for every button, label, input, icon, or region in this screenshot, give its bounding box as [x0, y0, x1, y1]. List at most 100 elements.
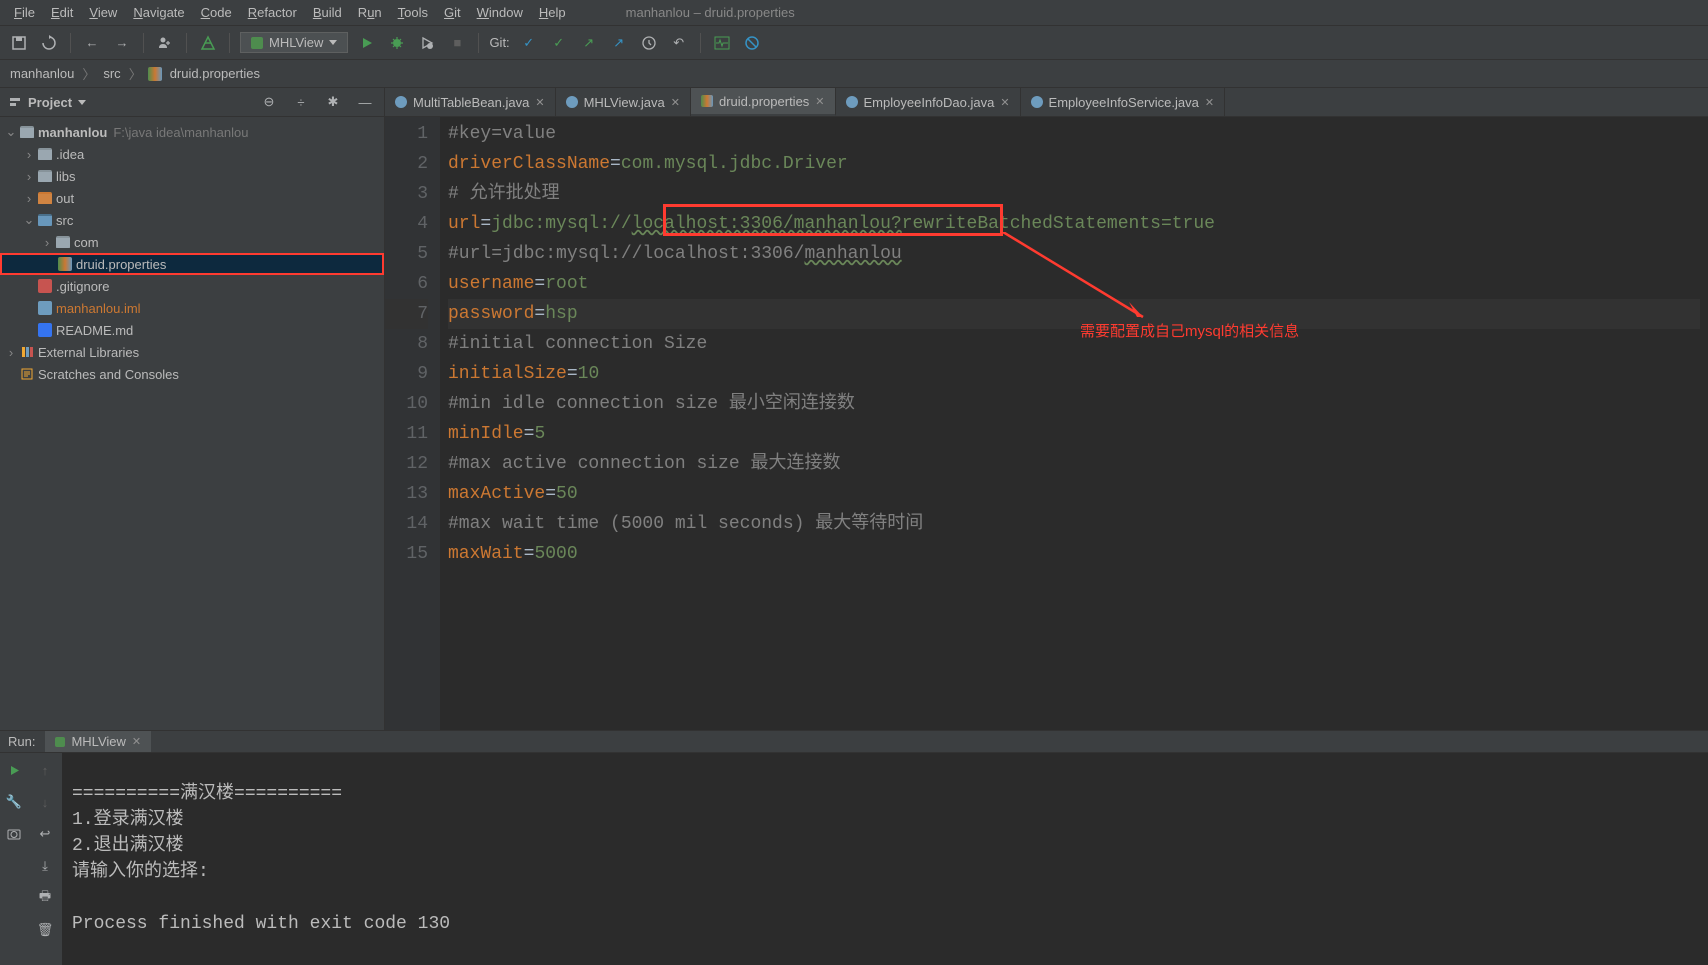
chevron-right-icon[interactable]: ›	[22, 191, 36, 206]
tree-row-scratches[interactable]: Scratches and Consoles	[0, 363, 384, 385]
menu-file[interactable]: File	[8, 3, 41, 22]
run-tab-mhlview[interactable]: MHLView ✕	[45, 731, 151, 752]
git-revert-icon[interactable]: ↶	[668, 32, 690, 54]
chevron-down-icon[interactable]: ⌄	[22, 212, 36, 228]
menubar: File Edit View Navigate Code Refactor Bu…	[0, 0, 1708, 26]
chevron-right-icon[interactable]: ›	[22, 147, 36, 162]
java-icon	[395, 96, 407, 108]
breadcrumb-root[interactable]: manhanlou	[6, 66, 78, 81]
account-icon[interactable]	[154, 32, 176, 54]
tree-row-iml[interactable]: manhanlou.iml	[0, 297, 384, 319]
menu-git[interactable]: Git	[438, 3, 467, 22]
git-commit-icon[interactable]: ✓	[548, 32, 570, 54]
select-opened-icon[interactable]: ⊖	[258, 91, 280, 113]
debug-icon[interactable]	[386, 32, 408, 54]
window-title: manhanlou – druid.properties	[626, 5, 795, 20]
chevron-right-icon[interactable]: ›	[40, 235, 54, 250]
expand-all-icon[interactable]: ÷	[290, 91, 312, 113]
tree-row-libs[interactable]: › libs	[0, 165, 384, 187]
tab-employeeinfodao[interactable]: EmployeeInfoDao.java ✕	[836, 88, 1021, 116]
project-tool-window: Project ⊖ ÷ ✱ — ⌄ manhanlou F:\java idea…	[0, 88, 385, 730]
project-view-selector[interactable]: Project	[8, 95, 86, 110]
print-icon[interactable]: 🖶	[34, 887, 56, 909]
coverage-icon[interactable]	[416, 32, 438, 54]
app-icon	[55, 737, 65, 747]
java-icon	[846, 96, 858, 108]
menu-refactor[interactable]: Refactor	[242, 3, 303, 22]
menu-navigate[interactable]: Navigate	[127, 3, 190, 22]
rerun-icon[interactable]	[3, 759, 25, 781]
down-icon[interactable]: ↓	[34, 791, 56, 813]
tree-row-gitignore[interactable]: .gitignore	[0, 275, 384, 297]
up-icon[interactable]: ↑	[34, 759, 56, 781]
menu-build[interactable]: Build	[307, 3, 348, 22]
properties-icon	[701, 95, 713, 107]
run-tool-window: Run: MHLView ✕ 🔧 ↑ ↓ ↩ ⤓ 🖶 🗑 ==========满…	[0, 730, 1708, 925]
menu-run[interactable]: Run	[352, 3, 388, 22]
git-label: Git:	[489, 35, 509, 50]
breadcrumb-src[interactable]: src	[99, 66, 124, 81]
tab-employeeinfoservice[interactable]: EmployeeInfoService.java ✕	[1021, 88, 1226, 116]
menu-edit[interactable]: Edit	[45, 3, 79, 22]
settings-icon[interactable]: ✱	[322, 91, 344, 113]
tree-row-out[interactable]: › out	[0, 187, 384, 209]
tab-multitablebean[interactable]: MultiTableBean.java ✕	[385, 88, 556, 116]
close-icon[interactable]: ✕	[132, 735, 141, 748]
chevron-down-icon[interactable]: ⌄	[4, 124, 18, 140]
close-icon[interactable]: ✕	[815, 95, 824, 108]
build-icon[interactable]	[197, 32, 219, 54]
close-icon[interactable]: ✕	[1000, 96, 1009, 109]
reload-icon[interactable]	[38, 32, 60, 54]
console-output[interactable]: ==========满汉楼========== 1.登录满汉楼 2.退出满汉楼 …	[62, 753, 1708, 965]
menu-view[interactable]: View	[83, 3, 123, 22]
wrench-icon[interactable]: 🔧	[3, 791, 25, 813]
run-icon[interactable]	[356, 32, 378, 54]
soft-wrap-icon[interactable]: ↩	[34, 823, 56, 845]
trash-icon[interactable]: 🗑	[34, 919, 56, 941]
tree-row-com[interactable]: › com	[0, 231, 384, 253]
close-icon[interactable]: ✕	[1205, 96, 1214, 109]
tree-row-druid-properties[interactable]: druid.properties	[0, 253, 384, 275]
run-config-label: MHLView	[269, 35, 323, 50]
scroll-end-icon[interactable]: ⤓	[34, 855, 56, 877]
tree-row-external-libraries[interactable]: › External Libraries	[0, 341, 384, 363]
git-fetch-icon[interactable]: ↗	[608, 32, 630, 54]
project-header: Project ⊖ ÷ ✱ —	[0, 88, 384, 117]
editor-tabs: MultiTableBean.java ✕ MHLView.java ✕ dru…	[385, 88, 1708, 117]
camera-icon[interactable]	[3, 823, 25, 845]
close-icon[interactable]: ✕	[535, 96, 544, 109]
menu-help[interactable]: Help	[533, 3, 572, 22]
run-config-selector[interactable]: MHLView	[240, 32, 348, 53]
run-header: Run: MHLView ✕	[0, 731, 1708, 753]
menu-tools[interactable]: Tools	[392, 3, 434, 22]
menu-window[interactable]: Window	[471, 3, 529, 22]
close-icon[interactable]: ✕	[671, 96, 680, 109]
properties-icon	[56, 256, 74, 272]
pulse-icon[interactable]	[711, 32, 733, 54]
no-entry-icon[interactable]	[741, 32, 763, 54]
editor[interactable]: 1 2 3 4 5 6 7 8 9 10 11 12 13 14 15 #key…	[385, 117, 1708, 730]
chevron-right-icon[interactable]: ›	[22, 169, 36, 184]
code-content[interactable]: #key=value driverClassName=com.mysql.jdb…	[440, 117, 1708, 730]
chevron-right-icon[interactable]: ›	[4, 345, 18, 360]
git-history-icon[interactable]	[638, 32, 660, 54]
git-update-icon[interactable]: ✓	[518, 32, 540, 54]
annotation-text: 需要配置成自己mysql的相关信息	[1080, 317, 1299, 347]
forward-icon[interactable]: →	[111, 32, 133, 54]
project-tree[interactable]: ⌄ manhanlou F:\java idea\manhanlou › .id…	[0, 117, 384, 730]
tree-row-idea[interactable]: › .idea	[0, 143, 384, 165]
breadcrumb-file[interactable]: druid.properties	[166, 66, 264, 81]
editor-area: MultiTableBean.java ✕ MHLView.java ✕ dru…	[385, 88, 1708, 730]
save-all-icon[interactable]	[8, 32, 30, 54]
back-icon[interactable]: ←	[81, 32, 103, 54]
stop-icon[interactable]: ■	[446, 32, 468, 54]
menu-code[interactable]: Code	[195, 3, 238, 22]
git-push-icon[interactable]: ↗	[578, 32, 600, 54]
tree-row-readme[interactable]: README.md	[0, 319, 384, 341]
tree-row-root[interactable]: ⌄ manhanlou F:\java idea\manhanlou	[0, 121, 384, 143]
collapse-icon[interactable]: —	[354, 91, 376, 113]
tab-druid-properties[interactable]: druid.properties ✕	[691, 88, 836, 116]
chevron-down-icon	[329, 40, 337, 45]
tree-row-src[interactable]: ⌄ src	[0, 209, 384, 231]
tab-mhlview[interactable]: MHLView.java ✕	[556, 88, 691, 116]
